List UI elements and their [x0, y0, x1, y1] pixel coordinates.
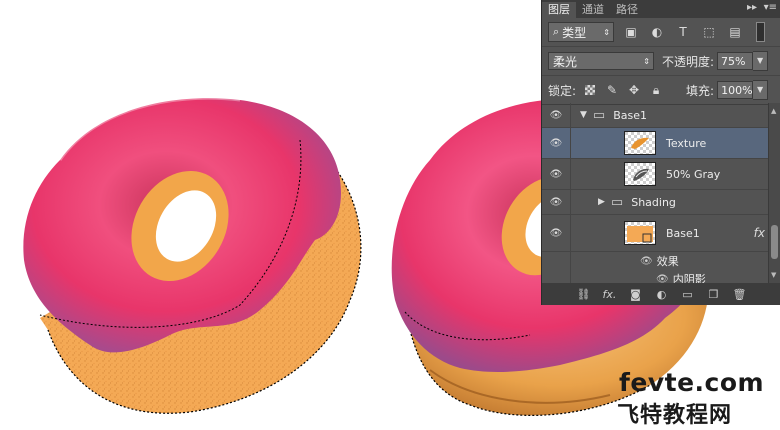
- eye-spacer: [542, 270, 571, 283]
- new-group-icon[interactable]: ▭: [681, 288, 695, 301]
- fill-input[interactable]: 100%: [717, 81, 754, 99]
- blend-mode-select[interactable]: 柔光 ⇕: [548, 52, 654, 70]
- expand-triangle-icon[interactable]: ▼: [580, 110, 587, 120]
- visibility-eye-icon[interactable]: 👁︎: [640, 256, 653, 267]
- lock-label: 锁定:: [548, 83, 577, 98]
- new-adjustment-icon[interactable]: ◐: [655, 288, 669, 301]
- layer-row-group-base1[interactable]: 👁︎ ▼ ▭ Base1: [542, 103, 769, 128]
- filter-toggle[interactable]: [756, 22, 765, 42]
- lock-position-icon[interactable]: ✥: [626, 82, 642, 98]
- add-style-icon[interactable]: fx.: [603, 288, 617, 301]
- opacity-input[interactable]: 75%: [717, 52, 754, 70]
- visibility-eye-icon[interactable]: 👁︎: [542, 190, 571, 214]
- tab-layers[interactable]: 图层: [542, 2, 576, 18]
- effects-row[interactable]: 👁︎ 效果: [542, 252, 769, 270]
- effect-name: 内阴影: [672, 273, 706, 283]
- visibility-eye-icon[interactable]: 👁︎: [542, 159, 571, 189]
- layers-scrollbar[interactable]: ▲ ▼: [768, 103, 780, 283]
- visibility-eye-icon[interactable]: 👁︎: [542, 215, 571, 251]
- layer-name: 50% Gray: [666, 167, 721, 181]
- layer-row-texture[interactable]: 👁︎ Texture: [542, 128, 769, 159]
- layer-name: Base1: [666, 226, 700, 240]
- fx-badge[interactable]: fx: [754, 226, 765, 240]
- layer-thumbnail: [624, 221, 656, 245]
- panel-menu-icon[interactable]: ▾≡: [764, 2, 777, 13]
- layer-name: Base1: [613, 108, 648, 122]
- eye-spacer: [542, 252, 571, 270]
- add-mask-icon[interactable]: ◙: [629, 288, 643, 301]
- shape-filter-icon[interactable]: ⬚: [700, 25, 718, 39]
- new-layer-icon[interactable]: ❐: [707, 288, 721, 301]
- delete-layer-icon[interactable]: 🗑︎: [733, 288, 747, 301]
- visibility-eye-icon[interactable]: 👁︎: [542, 128, 571, 158]
- layer-thumbnail: [624, 162, 656, 186]
- layer-filter-select[interactable]: ⌕ 类型 ⇕: [548, 22, 614, 42]
- watermark-site-name: 飞特教程网: [617, 403, 733, 428]
- panel-footer: ⛓ fx. ◙ ◐ ▭ ❐ 🗑︎: [542, 283, 780, 305]
- effects-label: 效果: [656, 255, 679, 268]
- filter-row: ⌕ 类型 ⇕ ▣ ◐ T ⬚ ▤: [542, 18, 780, 47]
- tab-channels[interactable]: 通道: [576, 2, 610, 18]
- opacity-label: 不透明度:: [662, 54, 715, 69]
- search-icon: ⌕: [553, 25, 560, 38]
- collapse-panel-icon[interactable]: ▸▸: [747, 2, 757, 13]
- visibility-eye-icon[interactable]: 👁︎: [656, 274, 669, 284]
- layer-row-base1[interactable]: 👁︎ Base1 fx: [542, 215, 769, 252]
- lock-all-icon[interactable]: 🔒︎: [648, 82, 664, 98]
- visibility-eye-icon[interactable]: 👁︎: [542, 103, 571, 127]
- lock-image-pixels-icon[interactable]: ✎: [604, 82, 620, 98]
- chevron-updown-icon: ⇕: [643, 56, 650, 66]
- chevron-updown-icon: ⇕: [603, 27, 610, 37]
- layer-name: Shading: [631, 195, 676, 209]
- image-filter-icon[interactable]: ▣: [622, 25, 640, 39]
- layer-row-50-gray[interactable]: 👁︎ 50% Gray: [542, 159, 769, 190]
- scroll-down-icon[interactable]: ▼: [771, 271, 776, 279]
- fill-label: 填充:: [686, 83, 715, 98]
- filter-type-label: 类型: [562, 25, 587, 40]
- fill-dropdown-icon[interactable]: ▼: [753, 80, 769, 100]
- opacity-dropdown-icon[interactable]: ▼: [753, 51, 769, 71]
- folder-icon: ▭: [592, 107, 606, 123]
- layer-thumbnail: [624, 131, 656, 155]
- layers-panel: 图层 通道 路径 ▸▸ ▾≡ ⌕ 类型 ⇕ ▣ ◐ T ⬚ ▤ 柔光 ⇕ 不透明…: [541, 0, 780, 305]
- blend-row: 柔光 ⇕ 不透明度: 75% ▼: [542, 47, 780, 76]
- smart-object-filter-icon[interactable]: ▤: [726, 25, 744, 39]
- effect-item-inner-shadow[interactable]: 👁︎ 内阴影: [542, 270, 769, 283]
- scroll-thumb[interactable]: [771, 225, 778, 259]
- lock-transparent-pixels-icon[interactable]: [582, 82, 598, 98]
- collapse-triangle-icon[interactable]: ▶: [598, 197, 605, 207]
- lock-row: 锁定: ✎ ✥ 🔒︎ 填充: 100% ▼: [542, 76, 780, 105]
- layer-name: Texture: [666, 136, 707, 150]
- layer-row-group-shading[interactable]: 👁︎ ▶ ▭ Shading: [542, 190, 769, 215]
- adjustment-filter-icon[interactable]: ◐: [648, 25, 666, 39]
- type-filter-icon[interactable]: T: [674, 25, 692, 39]
- scroll-up-icon[interactable]: ▲: [771, 107, 776, 115]
- panel-tab-bar: 图层 通道 路径 ▸▸ ▾≡: [542, 0, 780, 18]
- link-layers-icon[interactable]: ⛓: [577, 288, 591, 301]
- folder-icon: ▭: [610, 194, 624, 210]
- watermark-domain: fevte.com: [619, 368, 765, 397]
- blend-mode-value: 柔光: [553, 54, 578, 69]
- layers-list: 👁︎ ▼ ▭ Base1 👁︎ Texture 👁︎ 50% Gray 👁︎ ▶…: [542, 103, 780, 283]
- tab-paths[interactable]: 路径: [610, 2, 644, 18]
- left-donut: [23, 96, 362, 414]
